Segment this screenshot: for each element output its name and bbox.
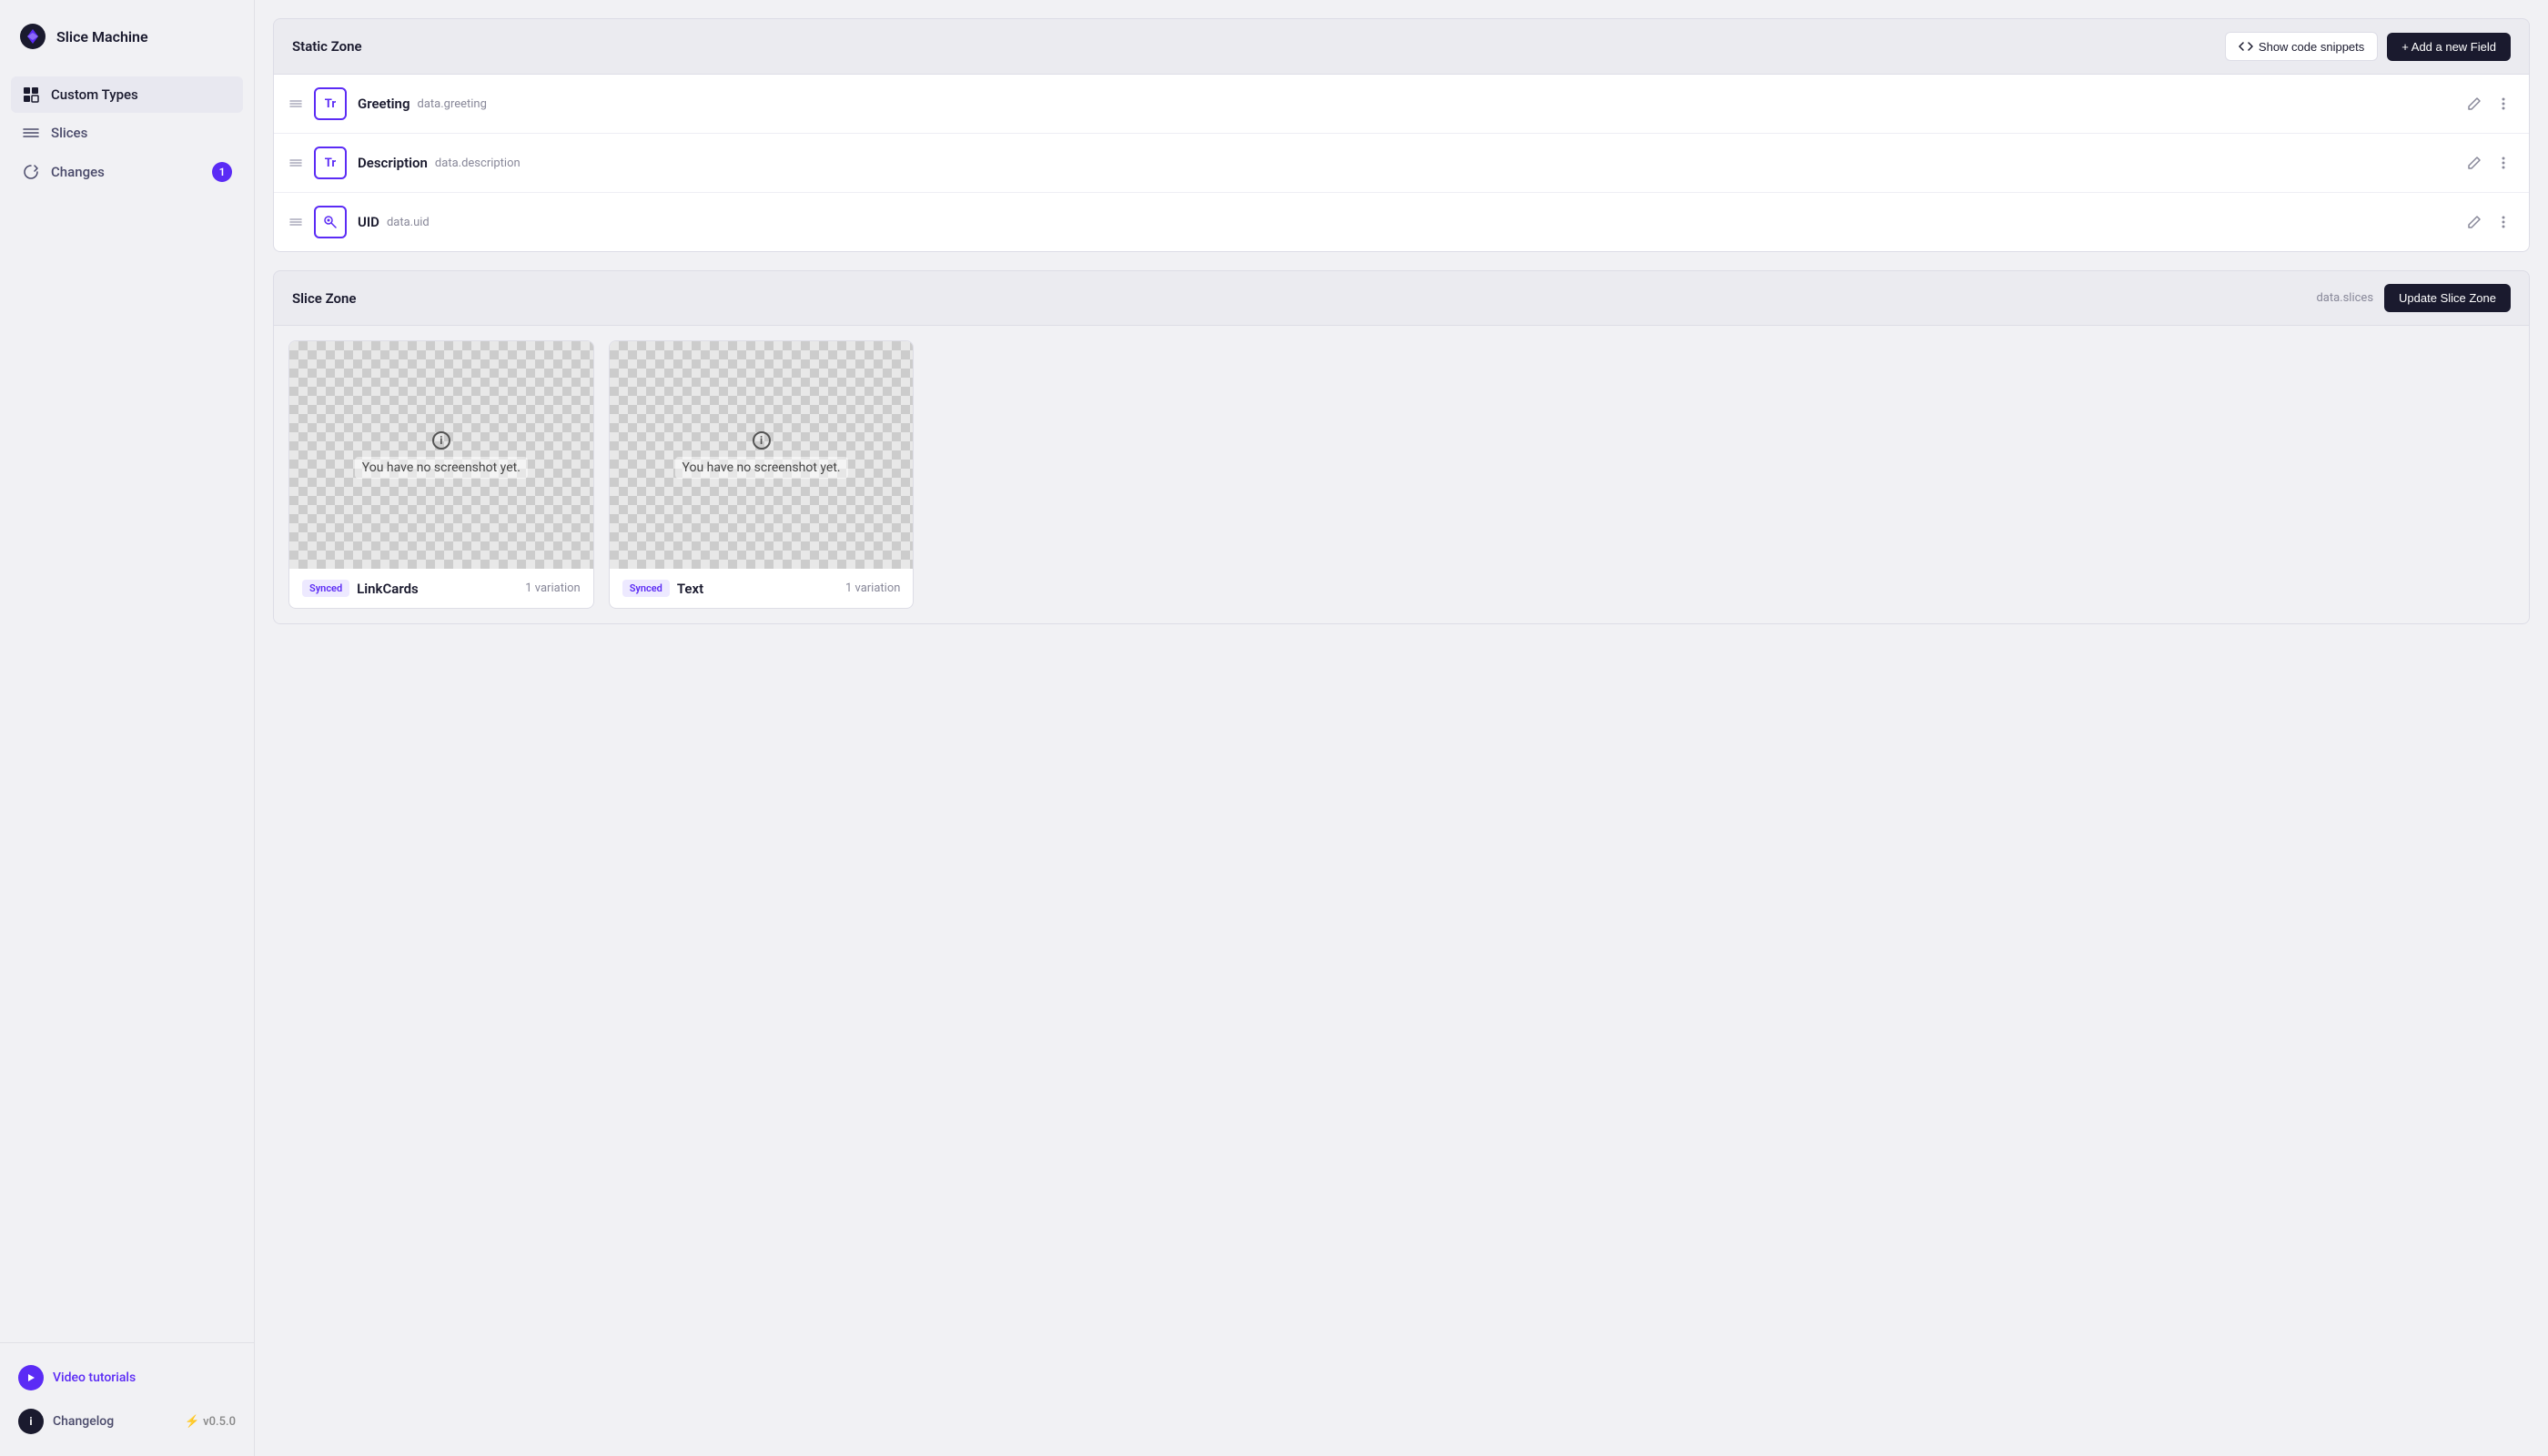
changes-badge: 1 (212, 162, 232, 182)
more-options-button[interactable] (2492, 211, 2514, 233)
slice-zone-header: Slice Zone data.slices Update Slice Zone (274, 271, 2529, 326)
slices-icon (22, 124, 40, 142)
sidebar: Slice Machine Custom Types (0, 0, 255, 1456)
slice-card-info: Synced LinkCards (302, 580, 419, 597)
field-info-uid: UID data.uid (358, 214, 2452, 230)
sidebar-bottom: Video tutorials i Changelog ⚡ v0.5.0 (0, 1342, 254, 1456)
static-zone-title: Static Zone (292, 38, 362, 55)
changelog-item[interactable]: i Changelog ⚡ v0.5.0 (18, 1401, 236, 1441)
field-type-icon-text: Tr (314, 147, 347, 179)
fields-container: Tr Greeting data.greeting (273, 74, 2530, 252)
changelog-label: Changelog (53, 1414, 114, 1429)
info-icon: i (753, 431, 771, 450)
slice-preview: i You have no screenshot yet. (289, 341, 593, 569)
no-screenshot-text: You have no screenshot yet. (355, 457, 528, 479)
info-icon: i (18, 1409, 44, 1434)
video-tutorials-link[interactable]: Video tutorials (18, 1358, 236, 1398)
slice-card-linkcards[interactable]: i You have no screenshot yet. Synced Lin… (288, 340, 594, 609)
code-icon (2239, 39, 2253, 54)
variation-count: 1 variation (525, 581, 580, 595)
edit-field-button[interactable] (2463, 93, 2485, 115)
more-options-button[interactable] (2492, 152, 2514, 174)
field-info-description: Description data.description (358, 155, 2452, 171)
add-new-field-button[interactable]: + Add a new Field (2387, 33, 2511, 61)
slice-zone-meta: data.slices Update Slice Zone (2316, 284, 2511, 312)
field-row-greeting: Tr Greeting data.greeting (274, 75, 2529, 134)
field-info-greeting: Greeting data.greeting (358, 96, 2452, 112)
play-icon (18, 1365, 44, 1390)
changes-icon (22, 163, 40, 181)
slice-card-name: LinkCards (357, 581, 419, 597)
slices-grid: i You have no screenshot yet. Synced Lin… (274, 326, 2529, 623)
variation-count: 1 variation (845, 581, 900, 595)
synced-badge: Synced (302, 580, 349, 597)
sidebar-item-custom-types[interactable]: Custom Types (11, 76, 243, 113)
field-actions-uid (2463, 211, 2514, 233)
slice-preview: i You have no screenshot yet. (610, 341, 914, 569)
checkerboard-bg: i You have no screenshot yet. (289, 341, 593, 569)
slice-card-text[interactable]: i You have no screenshot yet. Synced Tex… (609, 340, 915, 609)
edit-field-button[interactable] (2463, 211, 2485, 233)
drag-handle[interactable] (288, 156, 303, 170)
slice-key-label: data.slices (2316, 291, 2373, 305)
field-row-description: Tr Description data.description (274, 134, 2529, 193)
slice-card-info: Synced Text (622, 580, 703, 597)
custom-types-icon (22, 86, 40, 104)
main-content: Static Zone Show code snippets + Add a n… (255, 0, 2548, 1456)
sidebar-nav: Custom Types Slices Changes 1 (0, 69, 254, 1342)
video-tutorials-label: Video tutorials (53, 1370, 136, 1385)
sidebar-item-slices[interactable]: Slices (11, 115, 243, 151)
checkerboard-bg: i You have no screenshot yet. (610, 341, 914, 569)
static-zone-actions: Show code snippets + Add a new Field (2225, 32, 2511, 61)
sidebar-item-label: Changes (51, 164, 105, 180)
drag-handle[interactable] (288, 215, 303, 229)
synced-badge: Synced (622, 580, 670, 597)
slice-card-footer: Synced Text 1 variation (610, 569, 914, 608)
sidebar-item-label: Slices (51, 125, 87, 141)
slice-zone-wrapper: Slice Zone data.slices Update Slice Zone… (273, 270, 2530, 624)
sidebar-item-changes[interactable]: Changes 1 (11, 153, 243, 191)
version-label: ⚡ v0.5.0 (185, 1415, 236, 1429)
field-actions-description (2463, 152, 2514, 174)
sidebar-item-label: Custom Types (51, 86, 138, 103)
update-slice-zone-button[interactable]: Update Slice Zone (2384, 284, 2511, 312)
info-icon: i (432, 431, 450, 450)
drag-handle[interactable] (288, 96, 303, 111)
field-actions-greeting (2463, 93, 2514, 115)
field-type-icon-text: Tr (314, 87, 347, 120)
slice-card-name: Text (677, 581, 703, 597)
slice-card-footer: Synced LinkCards 1 variation (289, 569, 593, 608)
slice-machine-logo-icon (18, 22, 47, 51)
field-type-icon-uid (314, 206, 347, 238)
field-row-uid: UID data.uid (274, 193, 2529, 251)
show-code-snippets-button[interactable]: Show code snippets (2225, 32, 2378, 61)
edit-field-button[interactable] (2463, 152, 2485, 174)
static-zone-header: Static Zone Show code snippets + Add a n… (273, 18, 2530, 74)
slice-zone-title: Slice Zone (292, 290, 356, 307)
app-name: Slice Machine (56, 28, 148, 46)
logo-area: Slice Machine (0, 0, 254, 69)
no-screenshot-text: You have no screenshot yet. (675, 457, 848, 479)
more-options-button[interactable] (2492, 93, 2514, 115)
